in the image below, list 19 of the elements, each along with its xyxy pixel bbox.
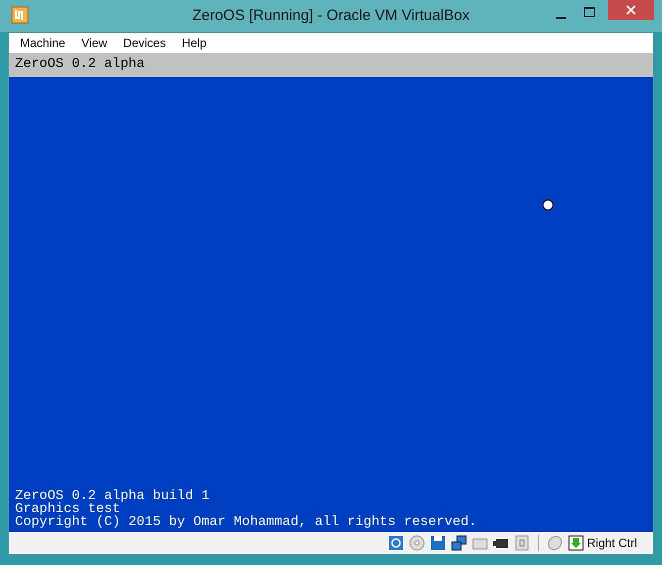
menu-item[interactable]: View bbox=[73, 34, 116, 52]
network-icon[interactable] bbox=[450, 535, 467, 551]
console-line: Copyright (C) 2015 by Omar Mohammad, all rights reserved. bbox=[15, 516, 478, 529]
app-icon bbox=[11, 6, 29, 24]
menu-item[interactable]: Help bbox=[174, 34, 215, 52]
close-button[interactable] bbox=[608, 0, 654, 20]
menu-item[interactable]: Devices bbox=[115, 34, 174, 52]
mouse-cursor-icon bbox=[542, 199, 554, 211]
host-key-label: Right Ctrl bbox=[586, 535, 637, 552]
download-arrow-icon[interactable] bbox=[568, 535, 584, 551]
floppy-icon[interactable] bbox=[430, 535, 446, 551]
console-line: Graphics test bbox=[15, 503, 122, 516]
close-icon bbox=[626, 5, 636, 15]
window-title: ZeroOS [Running] - Oracle VM VirtualBox bbox=[192, 6, 470, 26]
console-line: ZeroOS 0.2 alpha build 1 bbox=[15, 490, 210, 503]
maximize-icon[interactable] bbox=[584, 7, 595, 17]
menu-item[interactable]: Machine bbox=[12, 34, 74, 52]
vm-header-text: ZeroOS 0.2 alpha bbox=[15, 56, 145, 74]
disc-icon[interactable] bbox=[408, 535, 425, 551]
